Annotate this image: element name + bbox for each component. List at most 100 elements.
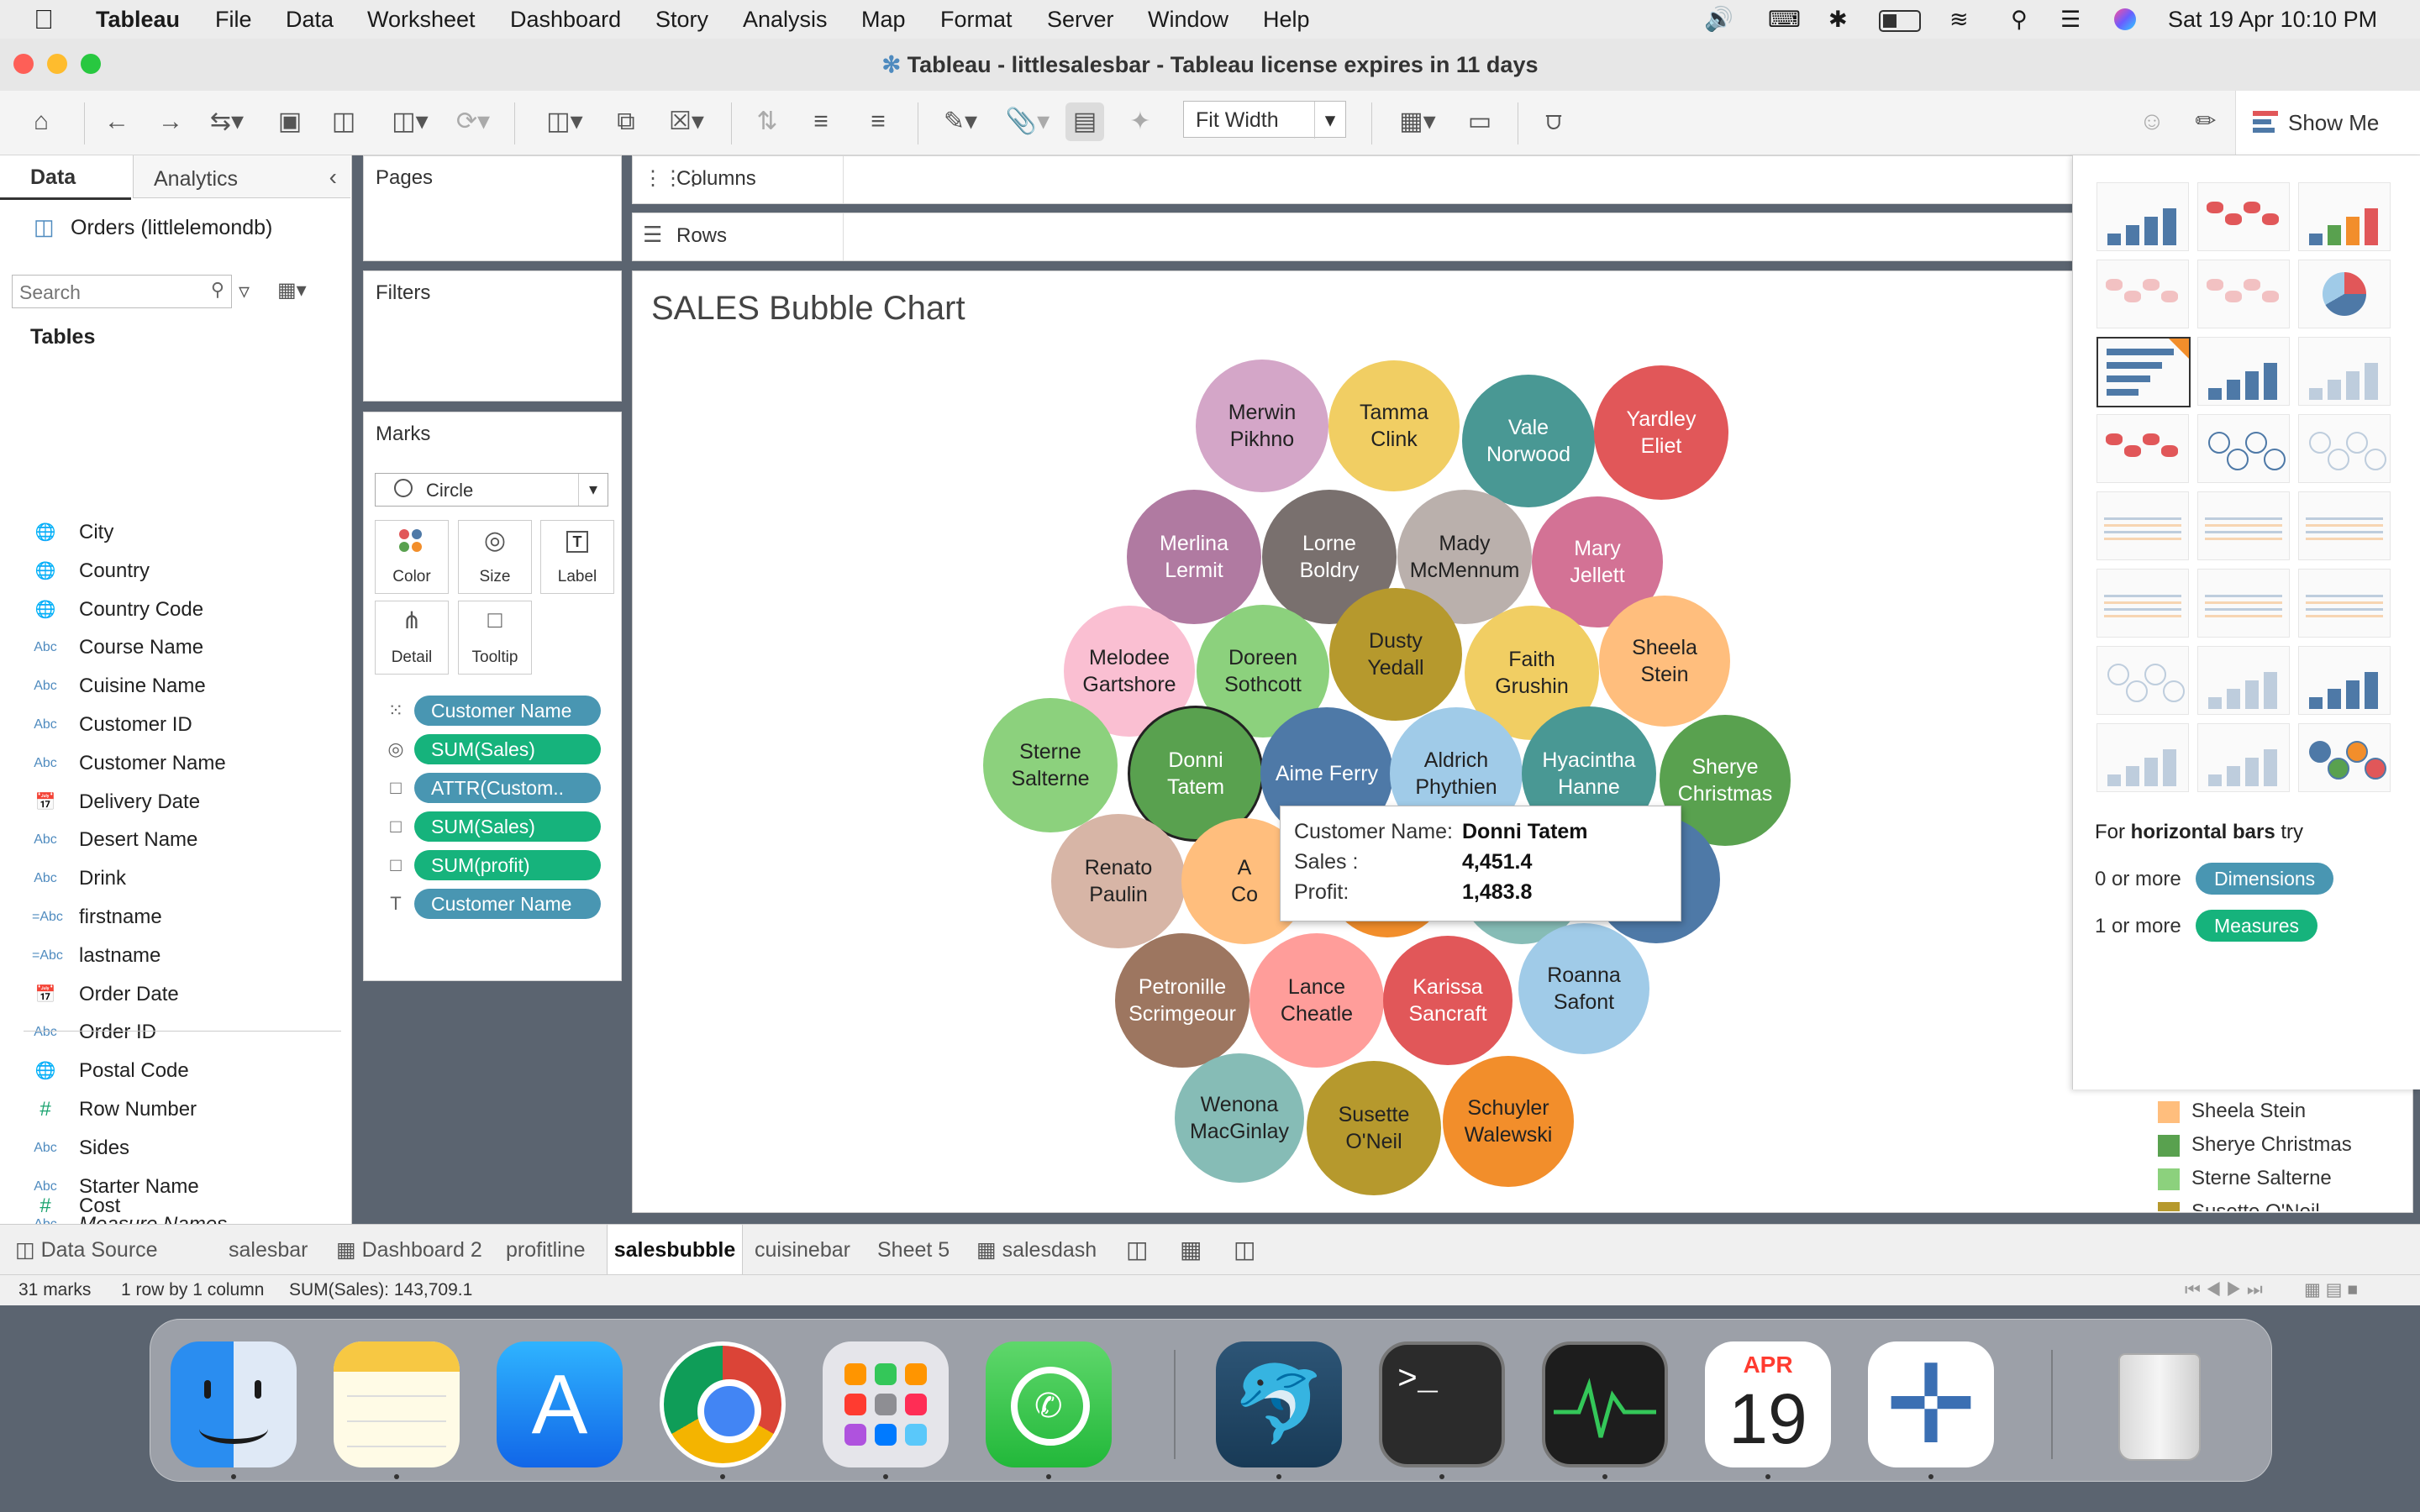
field-item[interactable]: Abc Customer Name [0,746,351,781]
area-continuous-icon[interactable] [2096,569,2189,638]
datasource-item[interactable]: ◫ Orders (littlelemondb) [0,209,351,246]
sort-ascending-icon[interactable]: ≡ [802,102,840,141]
dual-combination-icon[interactable] [2298,569,2391,638]
field-item[interactable]: 📅 Delivery Date [0,785,351,820]
color-button[interactable]: Color [375,520,449,594]
bubble-mark[interactable]: Karissa Sancraft [1383,936,1512,1065]
menu-help[interactable]: Help [1263,0,1310,39]
area-discrete-icon[interactable] [2197,569,2290,638]
scatter-plot-icon[interactable] [2096,646,2189,715]
field-item[interactable]: Abc Customer ID [0,707,351,743]
bubble-mark[interactable]: Dusty Yedall [1329,588,1462,721]
home-icon[interactable]: ⌂ [22,102,60,141]
launchpad-icon[interactable] [823,1341,949,1467]
save-icon[interactable]: ▣ [271,102,309,141]
new-worksheet-tab-icon[interactable]: ◫ [1126,1225,1148,1275]
close-window-button[interactable] [13,54,34,74]
field-item[interactable]: =Abc lastname [0,938,351,974]
zoom-window-button[interactable] [81,54,101,74]
horizontal-bars-icon[interactable] [2096,337,2191,407]
field-item[interactable]: # Cost [0,1189,351,1224]
bubble-mark[interactable]: Sterne Salterne [983,698,1118,832]
tableau-icon[interactable]: ✛ [1868,1341,1994,1467]
field-item[interactable]: Abc Cuisine Name [0,669,351,704]
siri-icon[interactable] [2114,8,2136,30]
data-source-tab[interactable]: ◫ Data Source [15,1225,158,1275]
field-item[interactable]: # Row Number [0,1092,351,1127]
packed-bubbles-icon[interactable] [2298,723,2391,792]
bubble-mark[interactable]: Yardley Eliet [1594,365,1728,500]
new-datasource-icon[interactable]: ◫ [324,102,363,141]
format-painter-icon[interactable]: ✏ [2186,102,2225,141]
bullet-graph-icon[interactable] [2197,723,2290,792]
legend-item[interactable]: Sterne Salterne [2158,1162,2332,1195]
control-center-icon[interactable]: ☰ [2060,0,2081,39]
tab-salesbubble[interactable]: salesbubble [607,1225,743,1275]
app-menu[interactable]: Tableau [96,0,180,39]
show-me-button[interactable]: Show Me [2235,91,2420,155]
tableau-bot-icon[interactable]: ☺ [2133,102,2171,141]
field-item[interactable]: 📅 Order Date [0,977,351,1012]
wifi-icon[interactable]: ≋ [1949,0,1969,39]
bubble-mark[interactable]: Wenona MacGinlay [1175,1053,1304,1183]
field-item[interactable]: Abc Drink [0,861,351,896]
treemap-icon[interactable] [2096,414,2189,483]
clock[interactable]: Sat 19 Apr 10:10 PM [2168,0,2377,39]
menu-dashboard[interactable]: Dashboard [510,0,621,39]
bubble-mark[interactable]: Vale Norwood [1462,375,1595,507]
view-toggle-icons[interactable]: ▦ ▤ ■ [2304,1275,2358,1305]
show-cards-icon[interactable]: ▦▾ [1388,102,1447,141]
label-button[interactable]: T Label [540,520,614,594]
bubble-mark[interactable]: Roanna Safont [1518,923,1649,1054]
mysql-workbench-icon[interactable]: 🐬 [1216,1341,1342,1467]
tab-sheet-5[interactable]: Sheet 5 [877,1225,950,1275]
field-item[interactable]: =Abc firstname [0,900,351,935]
circle-views-icon[interactable] [2197,414,2290,483]
side-by-side-circles-icon[interactable] [2298,414,2391,483]
side-by-side-bars-icon[interactable] [2298,337,2391,406]
clear-sheet-icon[interactable]: ☒▾ [655,102,718,141]
field-item[interactable]: Abc Desert Name [0,822,351,858]
detail-button[interactable]: ⋔ Detail [375,601,449,675]
highlight-icon[interactable]: ✎▾ [933,102,988,141]
pause-updates-icon[interactable]: ◫▾ [378,102,442,141]
mark-type-dropdown[interactable]: Circle ▾ [375,473,608,507]
new-worksheet-icon[interactable]: ◫▾ [531,102,598,141]
bubble-mark[interactable]: Petronille Scrimgeour [1115,933,1249,1068]
pie-chart-icon[interactable] [2298,260,2391,328]
sort-descending-icon[interactable]: ≡ [859,102,897,141]
marks-pill[interactable]: Customer Name [414,889,601,919]
datasource-toggle-icon[interactable]: ⇆▾ [202,102,252,141]
box-whisker-icon[interactable] [2298,646,2391,715]
field-item[interactable]: 🌐 Postal Code [0,1053,351,1089]
marks-pill[interactable]: ATTR(Custom.. [414,773,601,803]
calendar-icon[interactable]: APR 19 [1705,1341,1831,1467]
notes-icon[interactable] [334,1341,460,1467]
swap-icon[interactable]: ⇅ [748,102,786,141]
bubble-mark[interactable]: Sheela Stein [1599,596,1730,727]
bubble-mark[interactable]: Tamma Clink [1328,360,1460,491]
page-nav-icons[interactable]: ⏮ ◀ ▶ ⏭ [2185,1275,2263,1305]
field-item[interactable]: Abc Course Name [0,630,351,665]
menu-story[interactable]: Story [655,0,708,39]
bubble-mark[interactable]: Renato Paulin [1051,814,1186,948]
spotlight-icon[interactable]: ⚲ [2011,0,2028,39]
pin-icon[interactable]: ✦ [1121,102,1160,141]
tab-profitline[interactable]: profitline [506,1225,586,1275]
search-input[interactable] [18,279,197,306]
field-item[interactable]: Abc Order ID [0,1015,351,1050]
marks-pill[interactable]: SUM(Sales) [414,811,601,842]
new-dashboard-tab-icon[interactable]: ▦ [1180,1225,1202,1275]
trash-icon[interactable] [2096,1341,2223,1467]
filled-map-icon[interactable] [2197,260,2290,328]
menu-format[interactable]: Format [940,0,1013,39]
collapse-pane-icon[interactable]: ‹ [329,164,337,191]
menu-server[interactable]: Server [1047,0,1114,39]
tab-data[interactable]: Data [0,155,131,200]
highlight-table-icon[interactable] [2298,182,2391,251]
filters-card[interactable]: Filters [363,270,622,402]
bubble-mark[interactable]: Merlina Lermit [1127,490,1261,624]
back-icon[interactable]: ← [97,102,136,141]
bubble-mark[interactable]: Susette O'Neil [1307,1061,1441,1195]
volume-icon[interactable]: 🔊 [1704,0,1733,39]
